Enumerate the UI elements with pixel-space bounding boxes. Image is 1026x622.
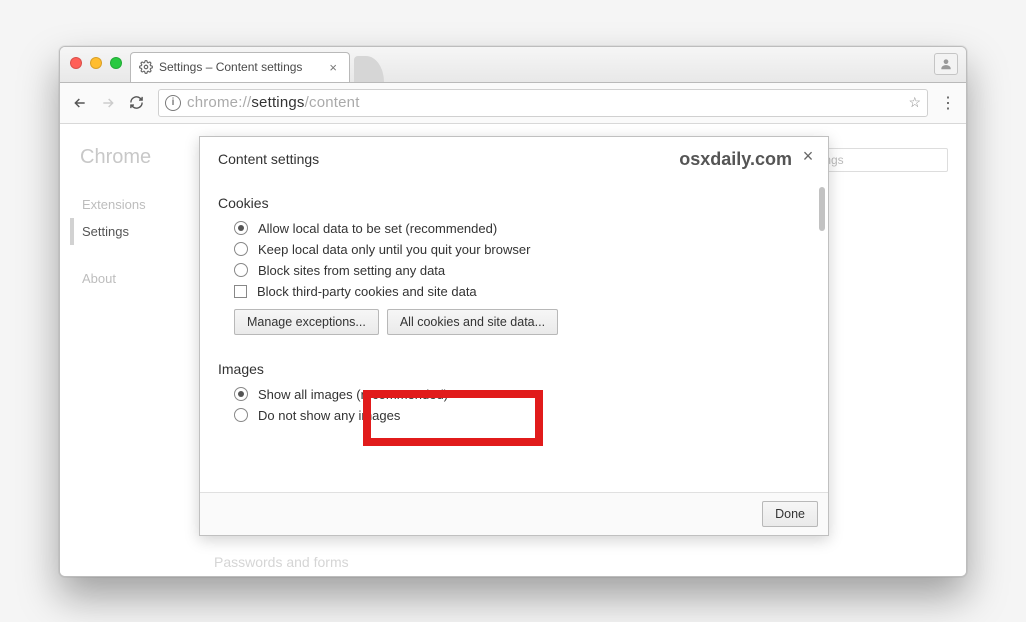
watermark-text: osxdaily.com (679, 149, 792, 170)
radio-icon (234, 221, 248, 235)
site-info-icon[interactable]: i (165, 95, 181, 111)
cookies-button-row: Manage exceptions... All cookies and sit… (234, 309, 810, 335)
dialog-close-button[interactable]: × (798, 147, 818, 167)
cookie-block-third-party[interactable]: Block third-party cookies and site data (234, 284, 810, 299)
arrow-left-icon (72, 95, 88, 111)
url-prefix: chrome:// (187, 94, 251, 111)
dialog-backdrop: Content settings osxdaily.com × Cookies … (60, 124, 966, 576)
radio-icon (234, 242, 248, 256)
dialog-body: Cookies Allow local data to be set (reco… (200, 173, 828, 492)
option-label: Block third-party cookies and site data (257, 284, 477, 299)
titlebar: Settings – Content settings × (60, 47, 966, 83)
cookie-option-keep-until-quit[interactable]: Keep local data only until you quit your… (234, 242, 810, 257)
chrome-menu-button[interactable]: ⋮ (938, 91, 958, 115)
new-tab-button[interactable] (354, 56, 384, 82)
arrow-right-icon (100, 95, 116, 111)
kebab-icon: ⋮ (940, 93, 956, 113)
reload-icon (129, 95, 144, 110)
radio-icon (234, 408, 248, 422)
done-button[interactable]: Done (762, 501, 818, 527)
traffic-lights (70, 57, 122, 69)
back-button[interactable] (68, 91, 92, 115)
url-host: settings (251, 94, 304, 111)
option-label: Block sites from setting any data (258, 263, 445, 278)
option-label: Do not show any images (258, 408, 400, 423)
cookies-section-title: Cookies (218, 195, 810, 211)
option-label: Keep local data only until you quit your… (258, 242, 530, 257)
images-option-none[interactable]: Do not show any images (234, 408, 810, 423)
content-settings-dialog: Content settings osxdaily.com × Cookies … (199, 136, 829, 536)
dialog-title: Content settings (218, 151, 319, 167)
address-bar[interactable]: i chrome://settings/content ☆ (158, 89, 928, 117)
content-area: Chrome Extensions Settings About ttings … (60, 124, 966, 576)
radio-icon (234, 263, 248, 277)
tab-title: Settings – Content settings (159, 60, 302, 74)
reload-button[interactable] (124, 91, 148, 115)
minimize-window-button[interactable] (90, 57, 102, 69)
profile-button[interactable] (934, 53, 958, 75)
person-icon (939, 57, 953, 71)
url-display: chrome://settings/content (187, 94, 360, 111)
radio-icon (234, 387, 248, 401)
images-section-title: Images (218, 361, 810, 377)
option-label: Allow local data to be set (recommended) (258, 221, 497, 236)
zoom-window-button[interactable] (110, 57, 122, 69)
forward-button[interactable] (96, 91, 120, 115)
gear-icon (139, 60, 153, 74)
manage-exceptions-button[interactable]: Manage exceptions... (234, 309, 379, 335)
all-cookies-button[interactable]: All cookies and site data... (387, 309, 558, 335)
browser-tab[interactable]: Settings – Content settings × (130, 52, 350, 82)
close-window-button[interactable] (70, 57, 82, 69)
bookmark-star-icon[interactable]: ☆ (908, 94, 921, 111)
checkbox-icon (234, 285, 247, 298)
cookie-option-allow[interactable]: Allow local data to be set (recommended) (234, 221, 810, 236)
toolbar: i chrome://settings/content ☆ ⋮ (60, 83, 966, 124)
cookie-option-block[interactable]: Block sites from setting any data (234, 263, 810, 278)
option-label: Show all images (recommended) (258, 387, 448, 402)
url-path: /content (305, 94, 360, 111)
dialog-footer: Done (200, 492, 828, 535)
images-option-show-all[interactable]: Show all images (recommended) (234, 387, 810, 402)
tab-close-icon[interactable]: × (327, 59, 339, 76)
browser-window: Settings – Content settings × i chrome:/… (59, 46, 967, 577)
